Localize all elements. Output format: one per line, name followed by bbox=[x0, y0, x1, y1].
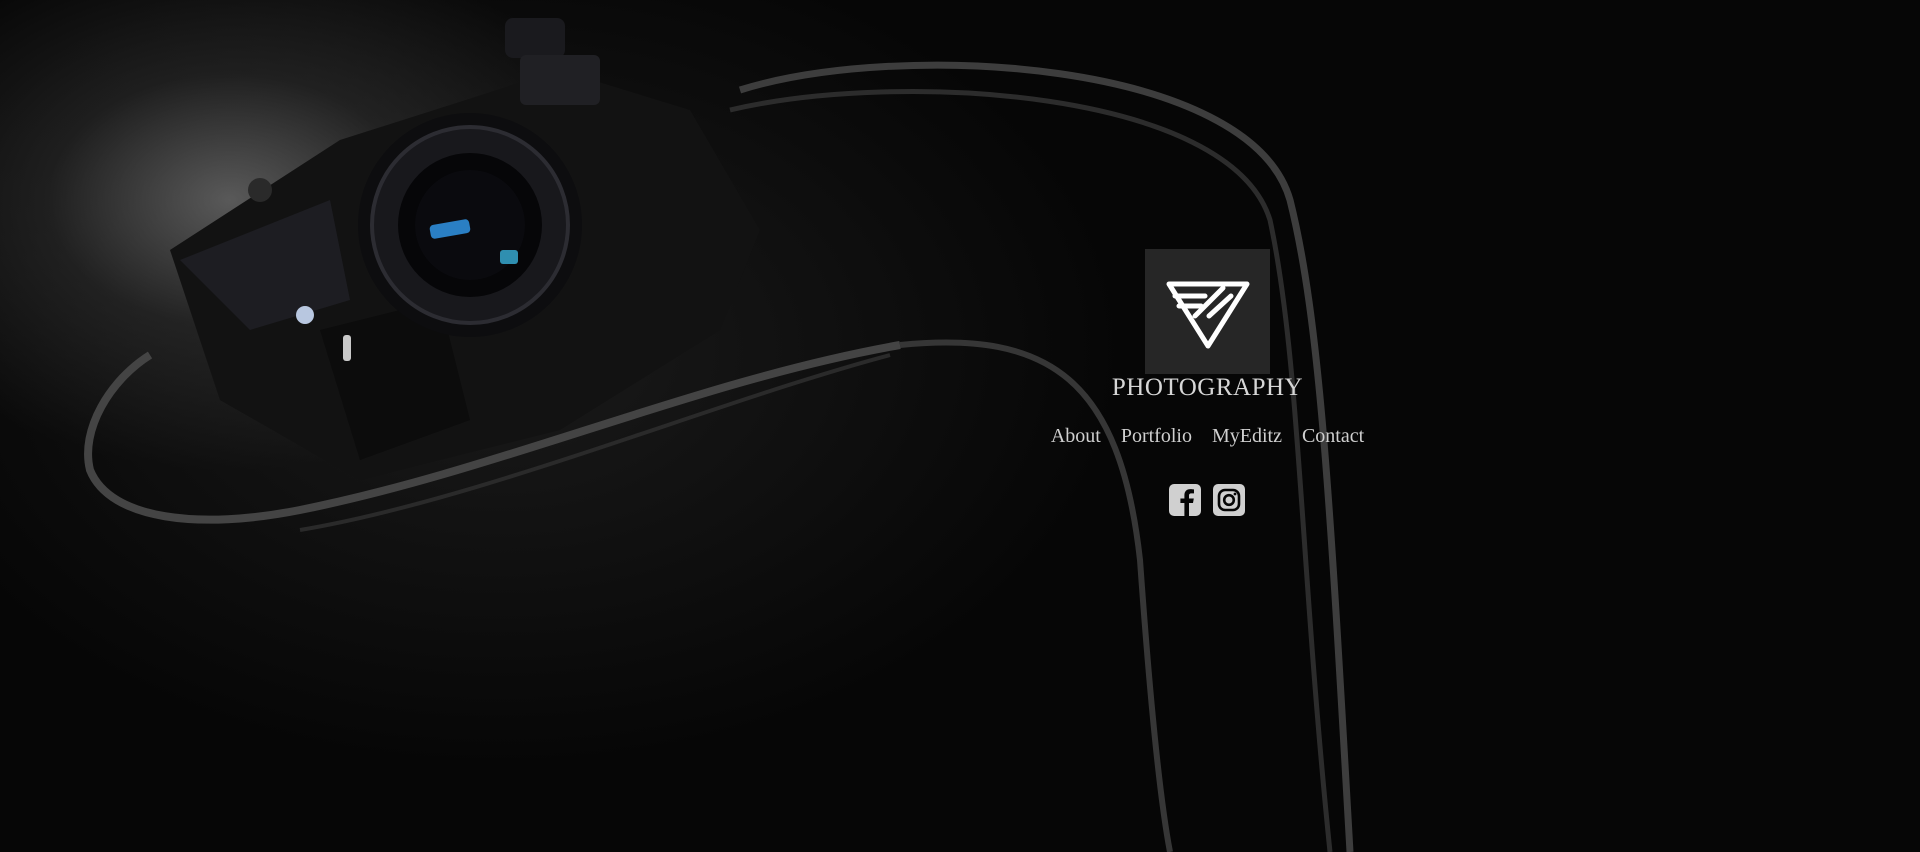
brand-tagline: PHOTOGRAPHY bbox=[1111, 374, 1304, 401]
hero-section: PHOTOGRAPHY About Portfolio MyEditz Cont… bbox=[0, 0, 1920, 852]
social-links bbox=[1168, 483, 1246, 517]
nav-item-myeditz[interactable]: MyEditz bbox=[1212, 425, 1282, 448]
nav-item-contact[interactable]: Contact bbox=[1302, 425, 1364, 448]
nav-item-about[interactable]: About bbox=[1051, 425, 1101, 448]
main-nav: About Portfolio MyEditz Contact bbox=[1030, 425, 1385, 448]
facebook-icon[interactable] bbox=[1168, 483, 1202, 517]
hero-background-image bbox=[84, 18, 1354, 852]
logo[interactable] bbox=[1145, 249, 1270, 374]
triangle-monogram-icon bbox=[1166, 281, 1249, 348]
nav-item-portfolio[interactable]: Portfolio bbox=[1121, 425, 1192, 448]
instagram-icon[interactable] bbox=[1212, 483, 1246, 517]
